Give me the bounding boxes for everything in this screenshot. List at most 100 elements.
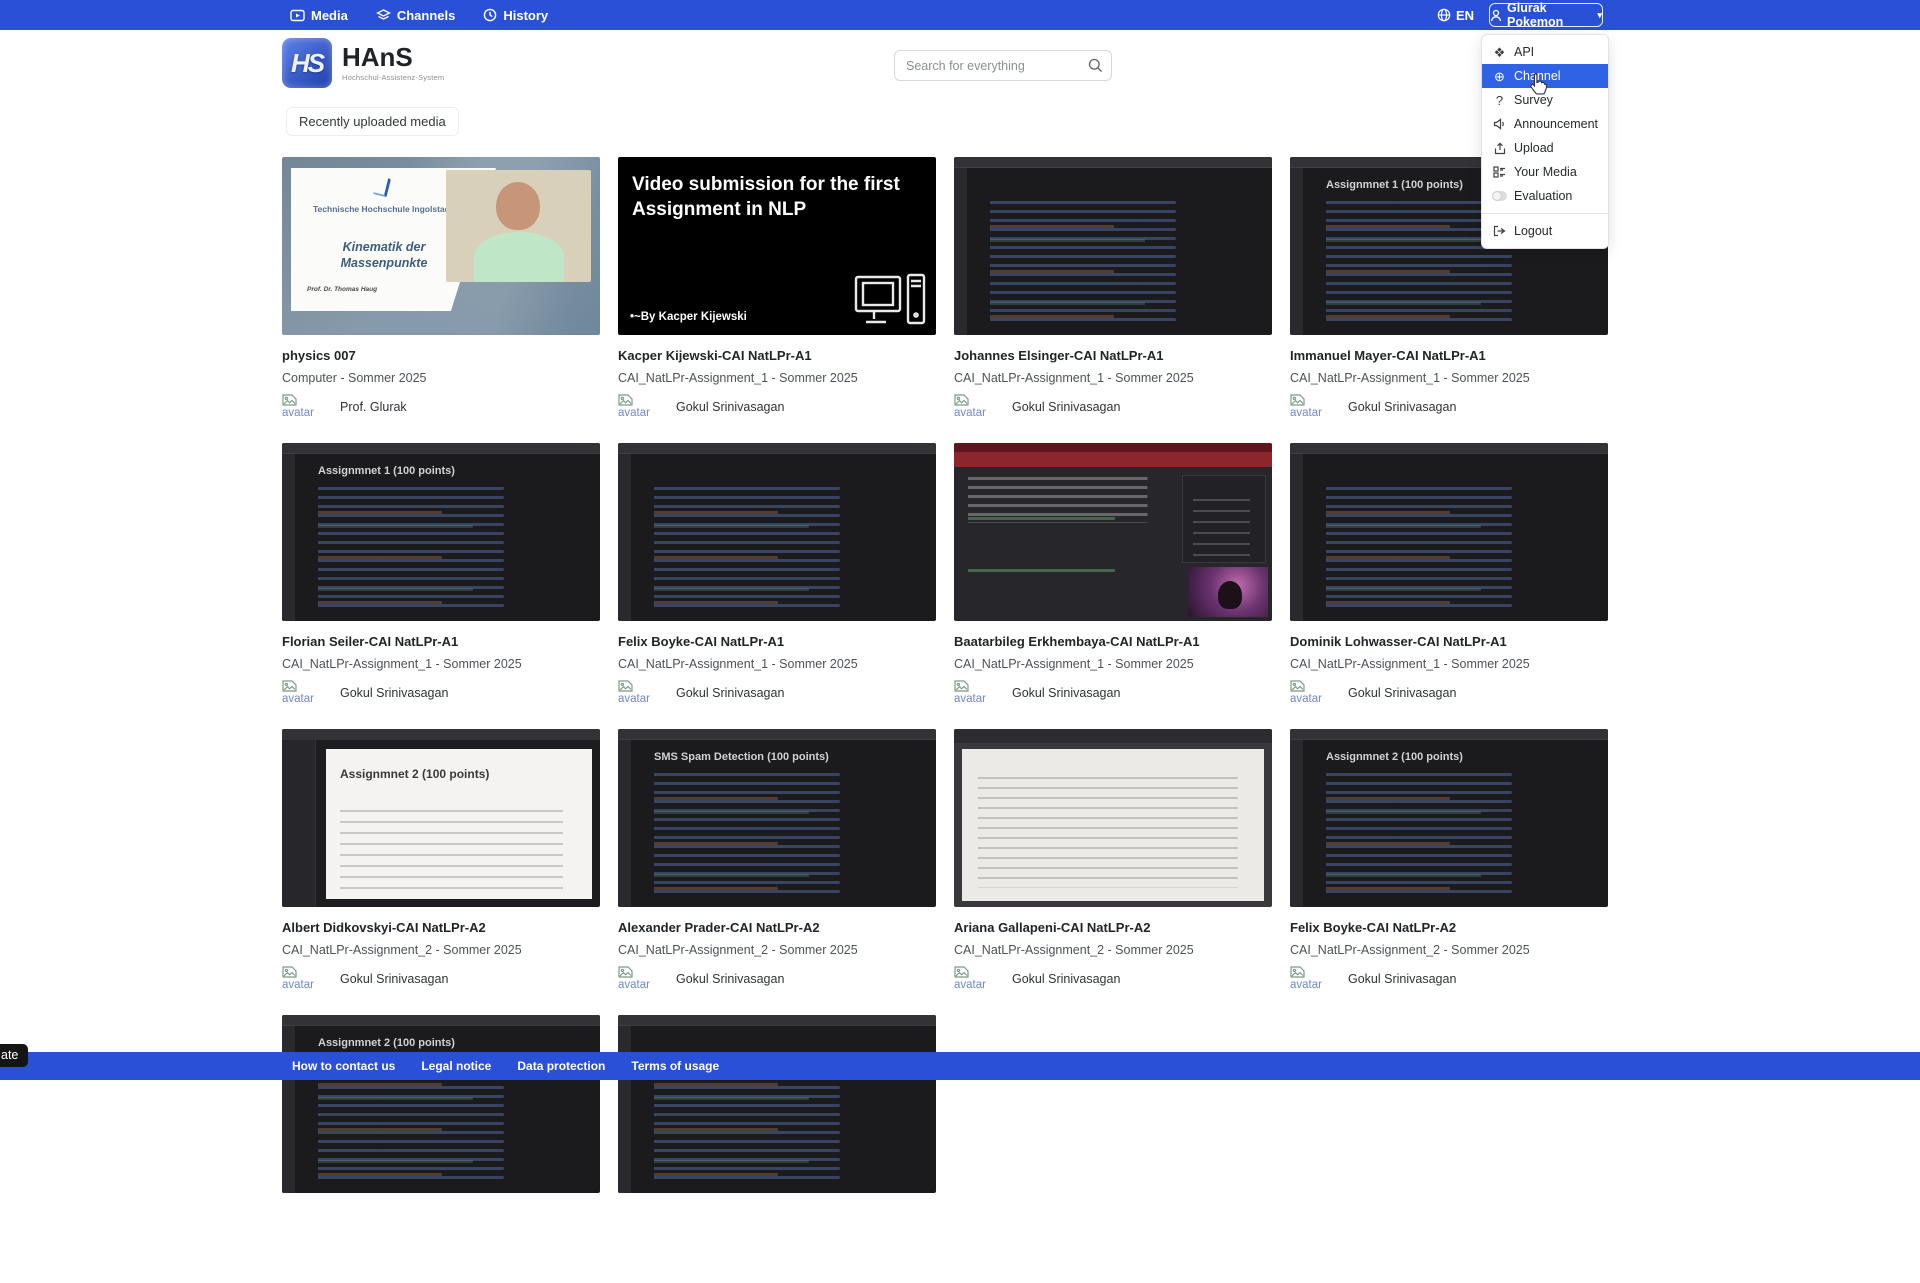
author-name: Gokul Srinivasagan <box>1348 400 1456 414</box>
thumb-activity-bar <box>618 740 631 907</box>
thumb-activity-bar <box>1290 454 1303 621</box>
nav-item-media[interactable]: Media <box>290 8 348 23</box>
video-thumbnail[interactable] <box>618 1015 936 1193</box>
media-card[interactable]: Dominik Lohwasser-CAI NatLPr-A1 CAI_NatL… <box>1290 443 1608 711</box>
card-title: Albert Didkovskyi-CAI NatLPr-A2 <box>282 920 600 935</box>
author-name: Prof. Glurak <box>340 400 407 414</box>
menu-item-survey[interactable]: ? Survey <box>1482 88 1608 112</box>
thumb-byline-text: •~By Kacper Kijewski <box>630 311 747 323</box>
logo-texts: HAnS Hochschul-Assistenz-System <box>342 38 444 82</box>
avatar-alt-text: avatar <box>1290 693 1322 705</box>
menu-item-evaluation[interactable]: Evaluation <box>1482 184 1608 208</box>
video-thumbnail[interactable]: Assignmnet 1 (100 points) <box>282 443 600 621</box>
video-thumbnail[interactable]: Technische Hochschule Ingolstadt Kinemat… <box>282 157 600 335</box>
video-thumbnail[interactable] <box>618 443 936 621</box>
media-card[interactable]: Assignmnet 2 (100 points) Felix Boyke-CA… <box>1290 729 1608 997</box>
media-card[interactable]: Assignmnet 1 (100 points) Florian Seiler… <box>282 443 600 711</box>
menu-item-upload[interactable]: Upload <box>1482 136 1608 160</box>
menu-item-channel[interactable]: ⊕ Channel <box>1482 64 1608 88</box>
video-thumbnail[interactable] <box>1290 443 1608 621</box>
nav-item-history[interactable]: History <box>483 8 548 23</box>
video-thumbnail[interactable] <box>954 729 1272 907</box>
user-menu-button[interactable]: Glurak Pokemon ▾ <box>1489 3 1603 27</box>
video-thumbnail[interactable] <box>954 443 1272 621</box>
video-thumbnail[interactable]: Assignmnet 2 (100 points) <box>282 729 600 907</box>
footer-link-terms[interactable]: Terms of usage <box>631 1059 719 1073</box>
footer-link-data-protection[interactable]: Data protection <box>517 1059 605 1073</box>
avatar: avatar <box>1290 966 1330 991</box>
card-author-row: avatar Gokul Srinivasagan <box>954 966 1272 991</box>
footer-bar: How to contact us Legal notice Data prot… <box>0 1052 1920 1080</box>
card-subtitle: CAI_NatLPr-Assignment_1 - Sommer 2025 <box>954 657 1272 671</box>
card-title: Immanuel Mayer-CAI NatLPr-A1 <box>1290 348 1608 363</box>
thumb-activity-bar <box>618 454 631 621</box>
media-card[interactable]: SMS Spam Detection (100 points) Alexande… <box>618 729 936 997</box>
avatar: avatar <box>618 966 658 991</box>
search-bar <box>894 50 1112 81</box>
app-subtitle: Hochschul-Assistenz-System <box>342 73 444 82</box>
menu-item-announcement[interactable]: Announcement <box>1482 112 1608 136</box>
thumb-window-bar <box>282 1015 600 1026</box>
thumb-activity-bar <box>1290 740 1303 907</box>
thumb-code-area <box>1326 487 1584 609</box>
broken-image-icon <box>954 966 969 978</box>
menu-item-label: Logout <box>1514 224 1552 238</box>
thumb-activity-bar <box>1290 168 1303 335</box>
media-card[interactable]: Johannes Elsinger-CAI NatLPr-A1 CAI_NatL… <box>954 157 1272 425</box>
nav-item-label: Channels <box>397 8 456 23</box>
search-icon[interactable] <box>1088 58 1103 73</box>
card-subtitle: CAI_NatLPr-Assignment_1 - Sommer 2025 <box>1290 371 1608 385</box>
video-thumbnail[interactable]: Assignmnet 2 (100 points) <box>1290 729 1608 907</box>
menu-item-label: Survey <box>1514 93 1553 107</box>
avatar: avatar <box>618 680 658 705</box>
card-title: Alexander Prader-CAI NatLPr-A2 <box>618 920 936 935</box>
card-subtitle: CAI_NatLPr-Assignment_2 - Sommer 2025 <box>282 943 600 957</box>
broken-image-icon <box>954 394 969 406</box>
media-card[interactable]: Baatarbileg Erkhembaya-CAI NatLPr-A1 CAI… <box>954 443 1272 711</box>
video-thumbnail[interactable] <box>954 157 1272 335</box>
card-author-row: avatar Gokul Srinivasagan <box>1290 966 1608 991</box>
avatar: avatar <box>282 966 322 991</box>
broken-image-icon <box>1290 394 1305 406</box>
avatar-alt-text: avatar <box>954 693 986 705</box>
thumb-heading-text: Assignmnet 2 (100 points) <box>318 1037 455 1049</box>
media-card[interactable]: Video submission for the first Assignmen… <box>618 157 936 425</box>
monitor-icon <box>854 273 926 327</box>
nav-links: Media Channels History <box>290 0 548 30</box>
footer-link-contact[interactable]: How to contact us <box>292 1059 395 1073</box>
card-subtitle: CAI_NatLPr-Assignment_1 - Sommer 2025 <box>618 657 936 671</box>
video-thumbnail[interactable]: Assignmnet 2 (100 points) <box>282 1015 600 1193</box>
search-input[interactable] <box>894 50 1112 81</box>
menu-item-label: Upload <box>1514 141 1554 155</box>
avatar-alt-text: avatar <box>954 407 986 419</box>
card-author-row: avatar Gokul Srinivasagan <box>618 680 936 705</box>
history-icon <box>483 8 497 22</box>
avatar: avatar <box>618 394 658 419</box>
author-name: Gokul Srinivasagan <box>1348 972 1456 986</box>
avatar-alt-text: avatar <box>282 407 314 419</box>
media-card[interactable]: Ariana Gallapeni-CAI NatLPr-A2 CAI_NatLP… <box>954 729 1272 997</box>
app-logo[interactable]: HS HAnS Hochschul-Assistenz-System <box>282 38 444 88</box>
nav-item-label: History <box>503 8 548 23</box>
media-card[interactable]: Assignmnet 2 (100 points) Albert Didkovs… <box>282 729 600 997</box>
thumb-code-area <box>968 477 1172 611</box>
card-title: physics 007 <box>282 348 600 363</box>
broken-image-icon <box>618 680 633 692</box>
card-author-row: avatar Gokul Srinivasagan <box>1290 680 1608 705</box>
nav-item-channels[interactable]: Channels <box>376 8 456 23</box>
language-selector[interactable]: EN <box>1437 0 1474 30</box>
plus-circle-icon: ⊕ <box>1492 70 1507 83</box>
media-card[interactable]: Felix Boyke-CAI NatLPr-A1 CAI_NatLPr-Ass… <box>618 443 936 711</box>
menu-item-logout[interactable]: Logout <box>1482 219 1608 243</box>
menu-item-api[interactable]: ❖ API <box>1482 40 1608 64</box>
media-card[interactable]: Technische Hochschule Ingolstadt Kinemat… <box>282 157 600 425</box>
megaphone-icon <box>1492 118 1507 130</box>
menu-item-your-media[interactable]: Your Media <box>1482 160 1608 184</box>
avatar-alt-text: avatar <box>954 979 986 991</box>
thumb-window-bar <box>1290 443 1608 454</box>
video-thumbnail[interactable]: SMS Spam Detection (100 points) <box>618 729 936 907</box>
video-thumbnail[interactable]: Video submission for the first Assignmen… <box>618 157 936 335</box>
card-subtitle: CAI_NatLPr-Assignment_2 - Sommer 2025 <box>618 943 936 957</box>
footer-link-legal[interactable]: Legal notice <box>421 1059 491 1073</box>
thumb-webcam-overlay <box>1188 567 1268 617</box>
